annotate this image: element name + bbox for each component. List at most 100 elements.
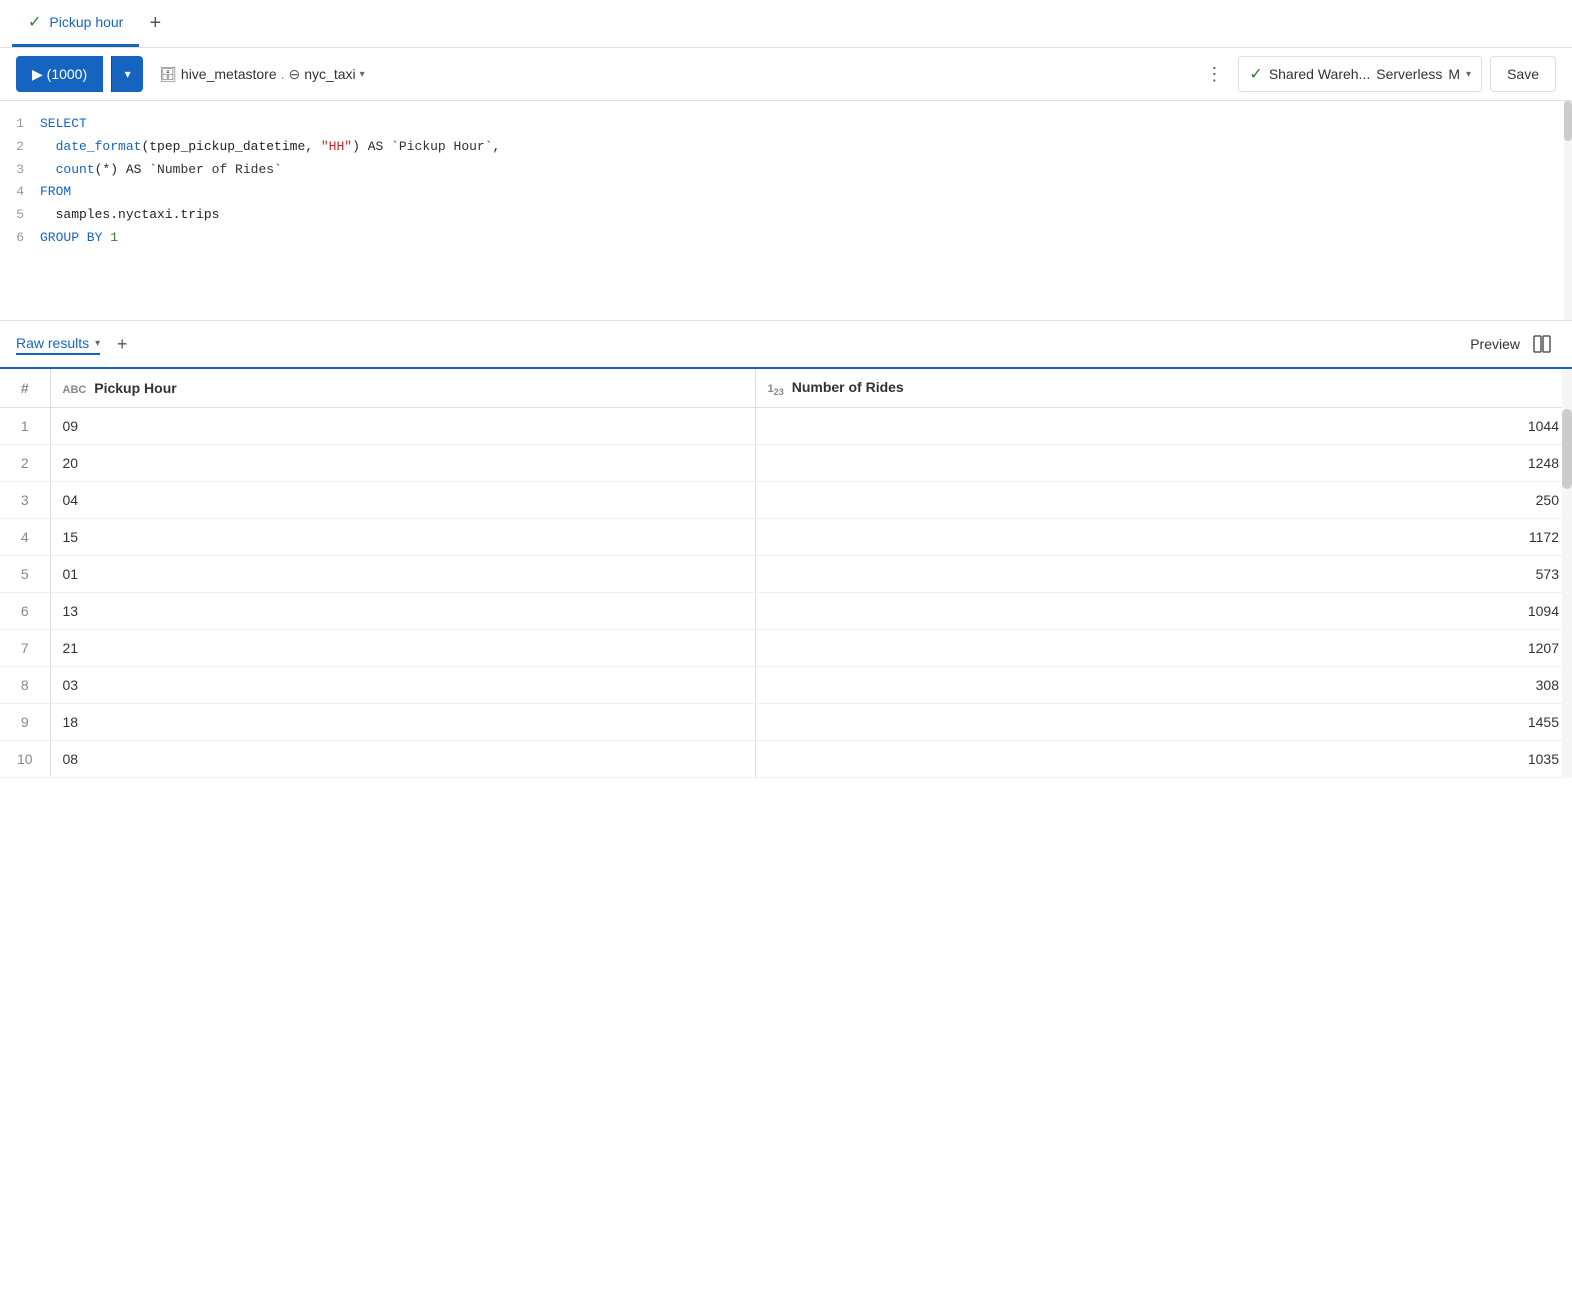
separator: . bbox=[281, 66, 285, 82]
layout-button[interactable] bbox=[1528, 330, 1556, 358]
col-header-number-of-rides[interactable]: 123 Number of Rides bbox=[755, 369, 1572, 408]
number-of-rides-cell: 573 bbox=[755, 556, 1572, 593]
warehouse-label: Shared Wareh... bbox=[1269, 66, 1370, 82]
database-icon: 🗄 bbox=[159, 66, 177, 83]
col-header-num: # bbox=[0, 369, 50, 408]
editor-line-6: 6 GROUP BY 1 bbox=[0, 227, 1572, 250]
results-table-body: 1091044220124830425041511725015736131094… bbox=[0, 408, 1572, 778]
editor-scrollbar-thumb bbox=[1564, 101, 1572, 141]
number-of-rides-cell: 1207 bbox=[755, 630, 1572, 667]
pickup-hour-cell: 18 bbox=[50, 704, 755, 741]
tab-label: Pickup hour bbox=[49, 14, 123, 30]
warehouse-selector[interactable]: ✓ Shared Wareh... Serverless M ▾ bbox=[1238, 56, 1482, 92]
row-number: 1 bbox=[0, 408, 50, 445]
table-header-row: # ABC Pickup Hour 123 Number of Rides bbox=[0, 369, 1572, 408]
run-dropdown-button[interactable]: ▾ bbox=[111, 56, 143, 92]
table-row: 4151172 bbox=[0, 519, 1572, 556]
table-row: 803308 bbox=[0, 667, 1572, 704]
editor-line-4: 4 FROM bbox=[0, 181, 1572, 204]
editor-line-5: 5 samples.nyctaxi.trips bbox=[0, 204, 1572, 227]
results-dropdown-arrow: ▾ bbox=[95, 338, 100, 349]
table-header: # ABC Pickup Hour 123 Number of Rides bbox=[0, 369, 1572, 408]
layout-icon bbox=[1532, 334, 1552, 354]
tab-pickup-hour[interactable]: ✓ Pickup hour bbox=[12, 0, 139, 47]
number-of-rides-cell: 1035 bbox=[755, 741, 1572, 778]
warehouse-dropdown-arrow: ▾ bbox=[1466, 69, 1471, 80]
line-number: 1 bbox=[0, 114, 40, 135]
serverless-label: Serverless bbox=[1376, 66, 1442, 82]
save-button[interactable]: Save bbox=[1490, 56, 1556, 92]
raw-results-tab[interactable]: Raw results ▾ bbox=[16, 335, 100, 355]
line-content: count(*) AS `Number of Rides` bbox=[40, 160, 1572, 181]
line-number: 3 bbox=[0, 160, 40, 181]
line-number: 4 bbox=[0, 182, 40, 203]
catalog-label: hive_metastore bbox=[181, 66, 277, 82]
number-type-icon: 123 bbox=[768, 383, 784, 395]
number-of-rides-col-label: Number of Rides bbox=[792, 379, 904, 395]
col-header-pickup-hour[interactable]: ABC Pickup Hour bbox=[50, 369, 755, 408]
table-row: 2201248 bbox=[0, 445, 1572, 482]
table-row: 6131094 bbox=[0, 593, 1572, 630]
table-row: 1091044 bbox=[0, 408, 1572, 445]
more-options-button[interactable]: ⋮ bbox=[1198, 58, 1230, 90]
run-button[interactable]: ▶ (1000) bbox=[16, 56, 103, 92]
sql-editor[interactable]: 1 SELECT 2 date_format(tpep_pickup_datet… bbox=[0, 101, 1572, 321]
row-number: 9 bbox=[0, 704, 50, 741]
pickup-hour-cell: 20 bbox=[50, 445, 755, 482]
pickup-hour-cell: 09 bbox=[50, 408, 755, 445]
tab-add-button[interactable]: + bbox=[139, 8, 171, 40]
number-of-rides-cell: 1248 bbox=[755, 445, 1572, 482]
editor-line-2: 2 date_format(tpep_pickup_datetime, "HH"… bbox=[0, 136, 1572, 159]
editor-line-1: 1 SELECT bbox=[0, 113, 1572, 136]
schema-dropdown-arrow: ▾ bbox=[360, 69, 365, 80]
tab-bar: ✓ Pickup hour + bbox=[0, 0, 1572, 48]
toolbar: ▶ (1000) ▾ 🗄 hive_metastore . ⊖ nyc_taxi… bbox=[0, 48, 1572, 101]
number-of-rides-cell: 250 bbox=[755, 482, 1572, 519]
preview-button[interactable]: Preview bbox=[1470, 336, 1520, 352]
results-table: # ABC Pickup Hour 123 Number of Rides 10… bbox=[0, 369, 1572, 778]
number-of-rides-cell: 308 bbox=[755, 667, 1572, 704]
table-row: 304250 bbox=[0, 482, 1572, 519]
raw-results-label: Raw results bbox=[16, 335, 89, 351]
tab-check-icon: ✓ bbox=[28, 12, 41, 32]
table-row: 10081035 bbox=[0, 741, 1572, 778]
row-number: 4 bbox=[0, 519, 50, 556]
line-content: date_format(tpep_pickup_datetime, "HH") … bbox=[40, 137, 1572, 158]
results-table-wrapper: # ABC Pickup Hour 123 Number of Rides 10… bbox=[0, 369, 1572, 778]
schema-label: nyc_taxi bbox=[304, 66, 355, 82]
row-number: 5 bbox=[0, 556, 50, 593]
row-number: 6 bbox=[0, 593, 50, 630]
row-number: 8 bbox=[0, 667, 50, 704]
table-row: 501573 bbox=[0, 556, 1572, 593]
pickup-hour-cell: 08 bbox=[50, 741, 755, 778]
string-type-icon: ABC bbox=[63, 384, 87, 396]
pickup-hour-cell: 21 bbox=[50, 630, 755, 667]
preview-label: Preview bbox=[1470, 336, 1520, 352]
number-of-rides-cell: 1044 bbox=[755, 408, 1572, 445]
line-content: FROM bbox=[40, 182, 1572, 203]
number-of-rides-cell: 1094 bbox=[755, 593, 1572, 630]
size-label: M bbox=[1448, 66, 1460, 82]
pickup-hour-cell: 04 bbox=[50, 482, 755, 519]
pickup-hour-cell: 03 bbox=[50, 667, 755, 704]
table-row: 7211207 bbox=[0, 630, 1572, 667]
row-number: 7 bbox=[0, 630, 50, 667]
line-content: SELECT bbox=[40, 114, 1572, 135]
editor-scrollbar[interactable] bbox=[1564, 101, 1572, 320]
pickup-hour-cell: 15 bbox=[50, 519, 755, 556]
line-number: 5 bbox=[0, 205, 40, 226]
results-header: Raw results ▾ + Preview bbox=[0, 321, 1572, 369]
warehouse-check-icon: ✓ bbox=[1249, 64, 1262, 84]
line-number: 2 bbox=[0, 137, 40, 158]
number-of-rides-cell: 1172 bbox=[755, 519, 1572, 556]
table-scrollbar-thumb bbox=[1562, 409, 1572, 489]
row-number: 10 bbox=[0, 741, 50, 778]
table-scrollbar[interactable] bbox=[1562, 369, 1572, 778]
row-number: 2 bbox=[0, 445, 50, 482]
pickup-hour-col-label: Pickup Hour bbox=[94, 380, 176, 396]
catalog-schema-selector[interactable]: 🗄 hive_metastore . ⊖ nyc_taxi ▾ bbox=[151, 56, 373, 92]
schema-icon: ⊖ bbox=[289, 66, 301, 83]
line-content: GROUP BY 1 bbox=[40, 228, 1572, 249]
add-results-tab-button[interactable]: + bbox=[108, 330, 136, 358]
row-number: 3 bbox=[0, 482, 50, 519]
